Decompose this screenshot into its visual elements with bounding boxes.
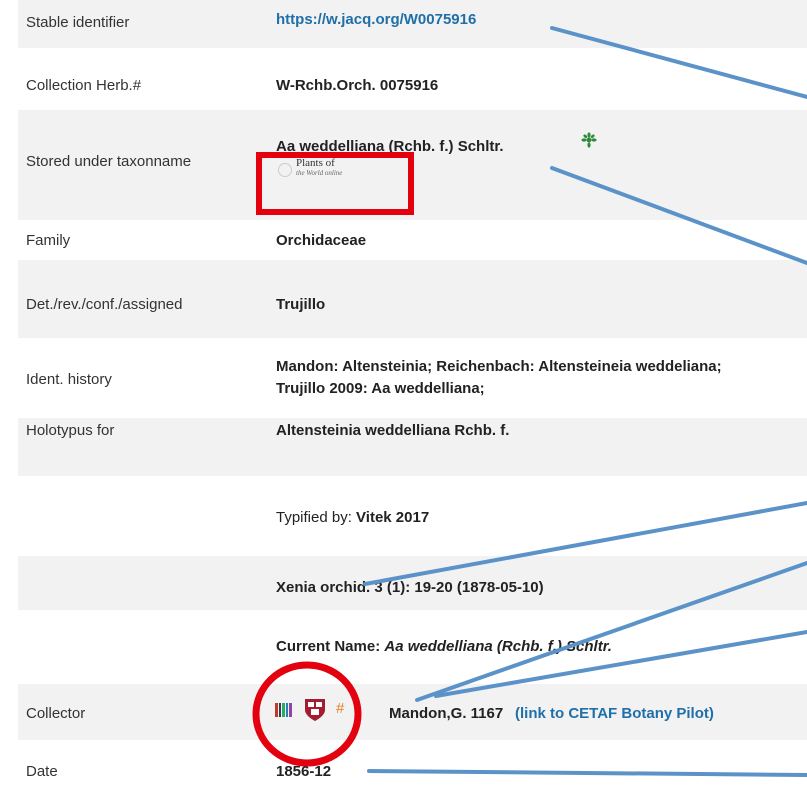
row-label: Holotypus for bbox=[26, 422, 115, 439]
collector-value: Mandon,G. 1167 bbox=[389, 705, 504, 722]
date-value: 1856-12 bbox=[276, 763, 332, 780]
row-label: Collection Herb.# bbox=[26, 77, 142, 94]
taxonname-value: Aa weddelliana (Rchb. f.) Schltr. bbox=[276, 138, 504, 155]
row-ident-history: Ident. history Mandon: Altensteinia; Rei… bbox=[18, 338, 807, 418]
row-label: Det./rev./conf./assigned bbox=[26, 296, 183, 313]
collection-value: W-Rchb.Orch. 0075916 bbox=[276, 77, 439, 94]
row-current-name: Current Name: Aa weddelliana (Rchb. f.) … bbox=[18, 610, 807, 684]
row-label: Stored under taxonname bbox=[26, 153, 192, 170]
row-label: Ident. history bbox=[26, 371, 112, 388]
row-label: Date bbox=[26, 763, 58, 780]
ident-history-line2: Trujillo 2009: Aa weddelliana; bbox=[276, 380, 485, 397]
plants-of-the-world-logo[interactable]: Plants of the World online bbox=[276, 157, 396, 181]
typified-value: Vitek 2017 bbox=[356, 509, 430, 526]
row-stable-identifier: Stable identifier https://w.jacq.org/W00… bbox=[18, 0, 807, 48]
row-family: Family Orchidaceae bbox=[18, 220, 807, 260]
row-collector: Collector # Mandon,G. 1167 (link to CETA… bbox=[18, 684, 807, 740]
row-holotypus: Holotypus for Altensteinia weddelliana R… bbox=[18, 418, 807, 476]
stable-identifier-link[interactable]: https://w.jacq.org/W0075916 bbox=[276, 11, 476, 28]
cetaf-link[interactable]: (link to CETAF Botany Pilot) bbox=[515, 705, 714, 722]
det-value: Trujillo bbox=[276, 296, 326, 313]
row-label: Family bbox=[26, 232, 71, 249]
row-typified: Typified by: Vitek 2017 bbox=[18, 476, 807, 556]
typified-label: Typified by: bbox=[276, 509, 357, 526]
current-name-label: Current Name: bbox=[276, 638, 385, 655]
leaf-icon[interactable] bbox=[581, 132, 597, 153]
pow-logo-line2: the World online bbox=[296, 169, 343, 177]
ident-history-line1: Mandon: Altensteinia; Reichenbach: Alten… bbox=[276, 358, 722, 375]
row-label: Stable identifier bbox=[26, 14, 130, 31]
row-date: Date 1856-12 bbox=[18, 740, 807, 787]
pow-logo-mark bbox=[278, 163, 292, 177]
row-publication: Xenia orchid. 3 (1): 19-20 (1878-05-10) bbox=[18, 556, 807, 610]
typified-prefix: Typified by: Vitek 2017 bbox=[276, 509, 429, 526]
harvard-shield-icon[interactable] bbox=[304, 698, 326, 722]
row-stored-under: Stored under taxonname Aa weddelliana (R… bbox=[18, 110, 807, 220]
hashtag-icon[interactable]: # bbox=[336, 700, 344, 717]
bionomia-icon[interactable] bbox=[274, 701, 294, 719]
row-label: Collector bbox=[26, 705, 86, 722]
pow-logo-line1: Plants of bbox=[296, 157, 335, 169]
family-value: Orchidaceae bbox=[276, 232, 367, 249]
holotypus-value: Altensteinia weddelliana Rchb. f. bbox=[276, 422, 510, 439]
current-name: Current Name: Aa weddelliana (Rchb. f.) … bbox=[276, 638, 612, 655]
row-det: Det./rev./conf./assigned Trujillo bbox=[18, 260, 807, 338]
current-name-value: Aa weddelliana (Rchb. f.) Schltr. bbox=[384, 638, 612, 655]
publication-value: Xenia orchid. 3 (1): 19-20 (1878-05-10) bbox=[276, 579, 544, 596]
